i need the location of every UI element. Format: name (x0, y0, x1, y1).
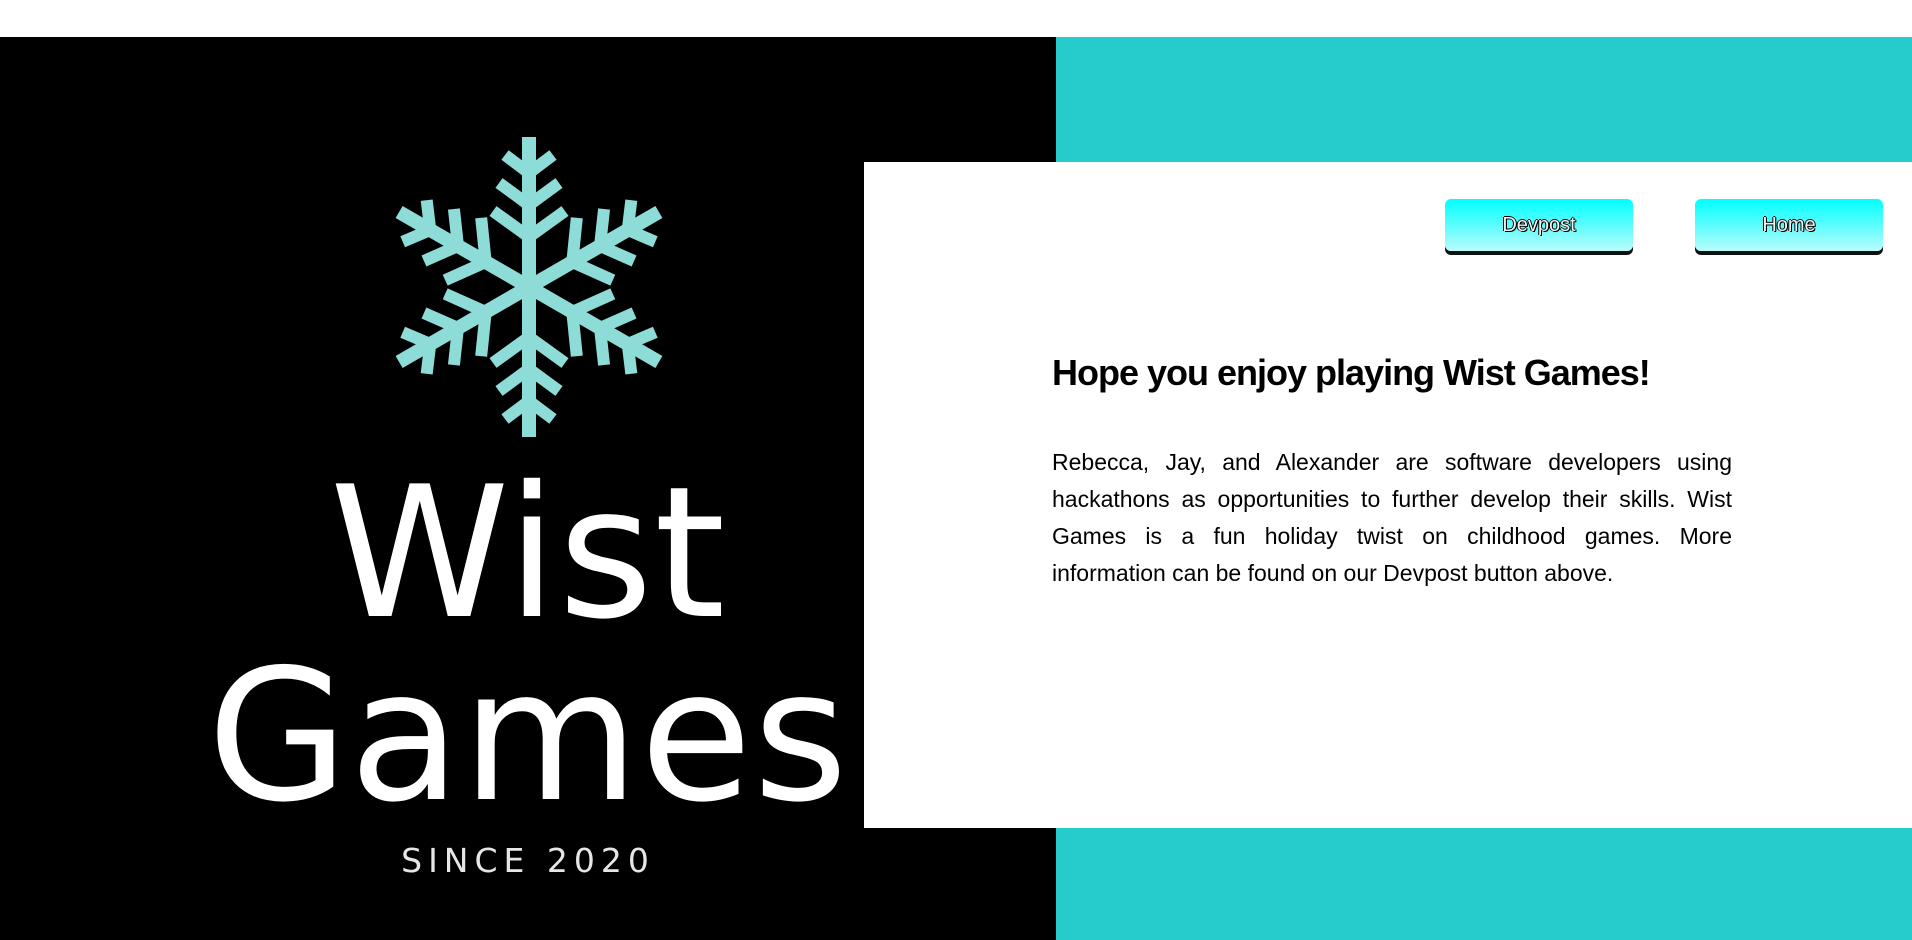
devpost-button[interactable]: Devpost (1445, 199, 1633, 251)
snowflake-icon (379, 137, 679, 447)
page: Wist Games SINCE 2020 Devpost Home Hope … (0, 0, 1912, 940)
logo-tagline: SINCE 2020 (401, 841, 655, 880)
home-button[interactable]: Home (1695, 199, 1883, 251)
page-heading: Hope you enjoy playing Wist Games! (1052, 352, 1651, 393)
about-paragraph: Rebecca, Jay, and Alexander are software… (1052, 449, 1732, 586)
